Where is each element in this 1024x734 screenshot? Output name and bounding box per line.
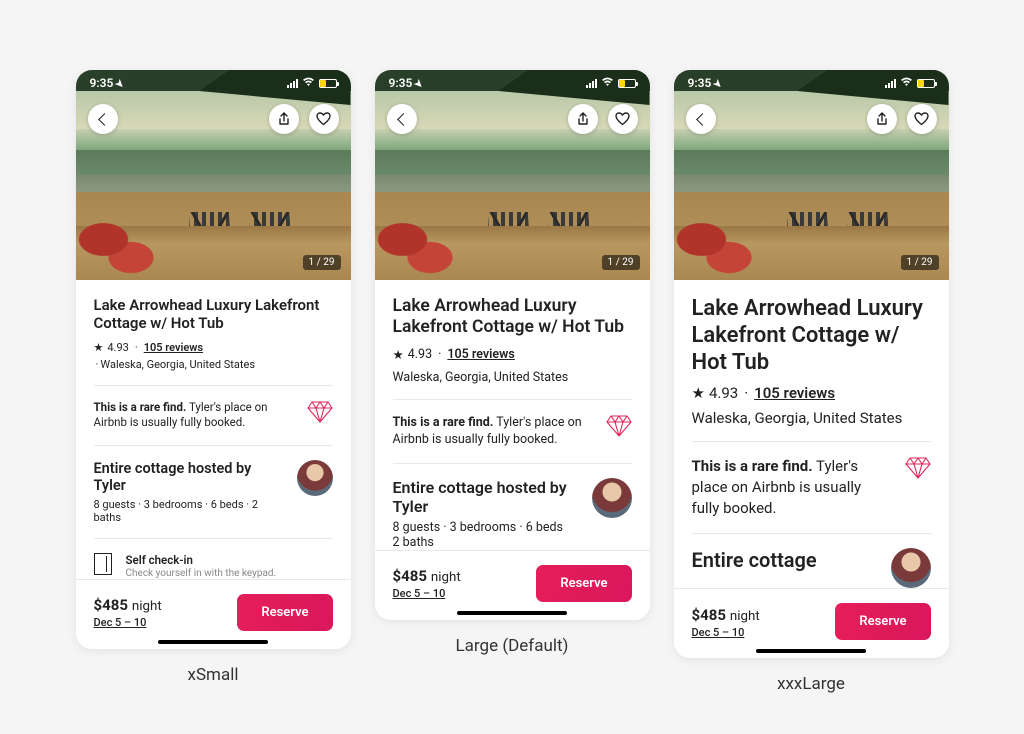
listing-title: Lake Arrowhead Luxury Lakefront Cottage … <box>94 296 333 333</box>
location-arrow-icon: ➤ <box>412 78 426 92</box>
star-icon: ★ <box>692 384 705 402</box>
favorite-button[interactable] <box>608 104 638 134</box>
share-icon <box>277 112 291 126</box>
reserve-button[interactable]: Reserve <box>536 565 631 602</box>
rating-value: 4.93 <box>408 347 432 362</box>
caption-large: Large (Default) <box>456 636 569 656</box>
status-time: 9:35 <box>688 76 712 90</box>
hero-image[interactable]: 9:35➤ 1 / 29 <box>375 70 650 280</box>
listing-stats: 8 guests · 3 bedrooms · 6 beds2 baths <box>393 520 580 550</box>
image-pager: 1 / 29 <box>602 255 640 270</box>
booking-footer: $485 night Dec 5 – 10 Reserve <box>375 550 650 620</box>
host-section: Entire cottage hosted by Tyler 8 guests … <box>393 478 632 550</box>
chevron-left-icon <box>98 113 111 126</box>
status-time: 9:35 <box>90 76 114 90</box>
booking-footer: $485 night Dec 5 – 10 Reserve <box>76 579 351 649</box>
signal-icon <box>287 79 298 88</box>
chevron-left-icon <box>397 113 410 126</box>
listing-title: Lake Arrowhead Luxury Lakefront Cottage … <box>692 296 931 376</box>
dates-link[interactable]: Dec 5 – 10 <box>393 587 461 600</box>
share-button[interactable] <box>269 104 299 134</box>
battery-icon <box>618 79 636 88</box>
share-button[interactable] <box>568 104 598 134</box>
diamond-icon <box>606 414 632 438</box>
host-section: Entire cottage <box>692 548 931 588</box>
host-title: Entire cottage <box>692 548 879 572</box>
diamond-icon <box>905 456 931 480</box>
reserve-button[interactable]: Reserve <box>835 603 930 640</box>
wifi-icon <box>302 77 315 90</box>
price: $485 <box>692 606 726 624</box>
rating-value: 4.93 <box>709 384 738 402</box>
phone-large: 9:35➤ 1 / 29 Lake Arrowhead Luxury Lakef… <box>375 70 650 620</box>
wifi-icon <box>601 77 614 90</box>
star-icon: ★ <box>393 347 404 363</box>
battery-icon <box>917 79 935 88</box>
star-icon: ★ <box>94 341 104 354</box>
door-icon <box>94 553 112 575</box>
status-bar: 9:35➤ <box>76 76 351 90</box>
host-avatar[interactable] <box>891 548 931 588</box>
reviews-link[interactable]: 105 reviews <box>447 347 514 362</box>
caption-xsmall: xSmall <box>188 665 239 685</box>
share-button[interactable] <box>867 104 897 134</box>
share-icon <box>875 112 889 126</box>
favorite-button[interactable] <box>907 104 937 134</box>
image-pager: 1 / 29 <box>303 255 341 270</box>
status-bar: 9:35➤ <box>674 76 949 90</box>
rating-value: 4.93 <box>107 341 128 354</box>
booking-footer: $485 night Dec 5 – 10 Reserve <box>674 588 949 658</box>
dates-link[interactable]: Dec 5 – 10 <box>94 616 162 629</box>
host-avatar[interactable] <box>297 460 333 496</box>
price: $485 <box>94 596 128 614</box>
phone-xxxlarge: 9:35➤ 1 / 29 Lake Arrowhead Luxury Lakef… <box>674 70 949 658</box>
listing-location: Waleska, Georgia, United States <box>100 358 255 371</box>
self-checkin-row: Self check-in Check yourself in with the… <box>94 553 333 579</box>
wifi-icon <box>900 77 913 90</box>
signal-icon <box>586 79 597 88</box>
battery-icon <box>319 79 337 88</box>
rare-find-banner: This is a rare find. Tyler's place on Ai… <box>94 400 333 431</box>
host-title: Entire cottage hosted by Tyler <box>94 460 285 494</box>
heart-icon <box>615 112 630 126</box>
listing-location: Waleska, Georgia, United States <box>393 370 569 385</box>
back-button[interactable] <box>88 104 118 134</box>
chevron-left-icon <box>696 113 709 126</box>
caption-xxxlarge: xxxLarge <box>777 674 845 694</box>
location-arrow-icon: ➤ <box>113 78 127 92</box>
home-indicator <box>756 649 866 653</box>
phone-xsmall: 9:35➤ 1 / 29 Lake Arrowhead Luxury Lakef… <box>76 70 351 649</box>
status-bar: 9:35➤ <box>375 76 650 90</box>
diamond-icon <box>307 400 333 424</box>
heart-icon <box>914 112 929 126</box>
heart-icon <box>316 112 331 126</box>
rare-find-banner: This is a rare find. Tyler's place on Ai… <box>692 456 931 519</box>
hero-image[interactable]: 9:35➤ 1 / 29 <box>76 70 351 280</box>
signal-icon <box>885 79 896 88</box>
listing-title: Lake Arrowhead Luxury Lakefront Cottage … <box>393 296 632 339</box>
location-arrow-icon: ➤ <box>711 78 725 92</box>
back-button[interactable] <box>387 104 417 134</box>
host-title: Entire cottage hosted by Tyler <box>393 478 580 516</box>
hero-image[interactable]: 9:35➤ 1 / 29 <box>674 70 949 280</box>
reviews-link[interactable]: 105 reviews <box>754 384 835 402</box>
price: $485 <box>393 567 427 585</box>
favorite-button[interactable] <box>309 104 339 134</box>
status-time: 9:35 <box>389 76 413 90</box>
host-section: Entire cottage hosted by Tyler 8 guests … <box>94 460 333 524</box>
image-pager: 1 / 29 <box>901 255 939 270</box>
rare-find-banner: This is a rare find. Tyler's place on Ai… <box>393 414 632 449</box>
dates-link[interactable]: Dec 5 – 10 <box>692 626 760 639</box>
share-icon <box>576 112 590 126</box>
reviews-link[interactable]: 105 reviews <box>144 341 203 354</box>
back-button[interactable] <box>686 104 716 134</box>
host-avatar[interactable] <box>592 478 632 518</box>
home-indicator <box>457 611 567 615</box>
home-indicator <box>158 640 268 644</box>
listing-stats: 8 guests · 3 bedrooms · 6 beds · 2 baths <box>94 498 285 524</box>
listing-location: Waleska, Georgia, United States <box>692 409 903 427</box>
reserve-button[interactable]: Reserve <box>237 594 332 631</box>
